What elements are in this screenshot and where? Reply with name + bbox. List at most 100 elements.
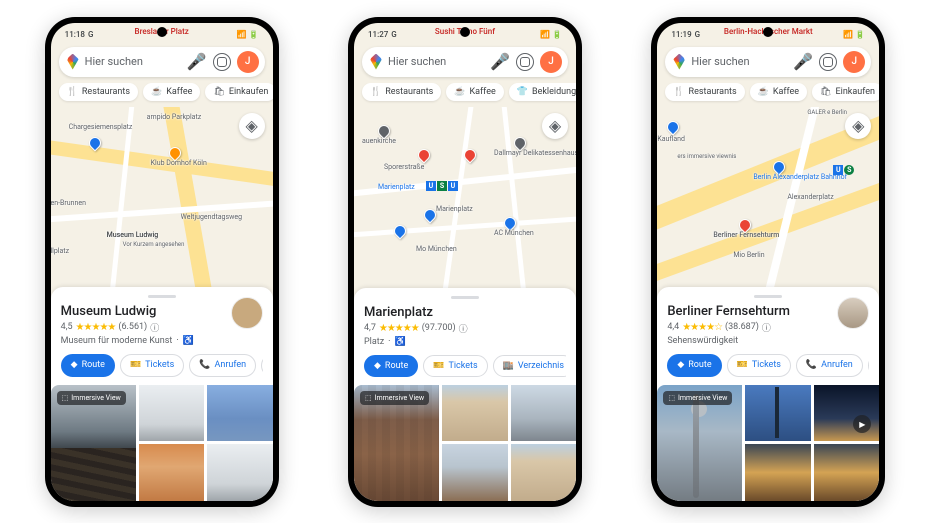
tickets-button[interactable]: 🎫Tickets (727, 354, 791, 377)
search-box[interactable]: Hier suchen 🎤 J (59, 47, 265, 77)
place-photo[interactable] (139, 385, 204, 442)
search-box[interactable]: Hier suchen 🎤 J (665, 47, 871, 77)
poi-label: Museum Ludwig (107, 231, 159, 239)
chip-coffee[interactable]: ☕Kaffee (446, 83, 503, 101)
chip-clothing[interactable]: 👕Bekleidung (509, 83, 576, 101)
account-avatar[interactable]: J (843, 51, 865, 73)
route-button[interactable]: ◆Route (364, 355, 418, 377)
place-photo[interactable] (814, 444, 879, 501)
wheelchair-icon: ♿ (395, 337, 406, 347)
layers-button[interactable]: ◈ (239, 113, 265, 139)
chip-coffee[interactable]: ☕Kaffee (750, 83, 807, 101)
chip-coffee[interactable]: ☕Kaffee (143, 83, 200, 101)
mic-icon[interactable]: 🎤 (490, 52, 510, 71)
phone-icon: 📞 (199, 360, 210, 370)
directory-button[interactable]: 🏬Verzeichnis (493, 355, 566, 377)
lens-icon[interactable] (819, 53, 837, 71)
maps-logo-icon (67, 54, 79, 70)
place-photo[interactable] (207, 385, 272, 442)
map-canvas[interactable]: ◈ Kaufland GALER e Berlin ers immersive … (657, 107, 879, 287)
drag-handle[interactable] (148, 295, 176, 298)
directions-icon: ◆ (71, 360, 78, 370)
review-count: (6.561) (118, 322, 147, 332)
chip-restaurants[interactable]: 🍴Restaurants (59, 83, 138, 101)
rating-row[interactable]: 4,4 ★★★★☆ (38.687) ⓘ (667, 321, 869, 334)
drag-handle[interactable] (754, 295, 782, 298)
button-label: Route (688, 360, 711, 370)
action-row: ◆Route 🎫Tickets 📞 Anrufen ≡Verz (667, 354, 869, 377)
info-icon[interactable]: ⓘ (762, 321, 771, 334)
poi-label: nen-Brunnen (51, 199, 86, 207)
layers-button[interactable]: ◈ (542, 113, 568, 139)
search-box[interactable]: Hier suchen 🎤 J (362, 47, 568, 77)
chip-restaurants[interactable]: 🍴Restaurants (362, 83, 441, 101)
place-photo[interactable] (442, 444, 507, 501)
chip-shopping[interactable]: 🛍Einkaufen (812, 83, 879, 101)
photo-strip: ⬚ Immersive View ▶ (657, 385, 879, 501)
info-icon[interactable]: ⓘ (150, 321, 159, 334)
chip-restaurants[interactable]: 🍴Restaurants (665, 83, 744, 101)
account-avatar[interactable]: J (540, 51, 562, 73)
more-button[interactable]: ≡Verz (868, 354, 870, 377)
rating-row[interactable]: 4,7 ★★★★★ (97.700) ⓘ (364, 322, 566, 335)
tag-label: Immersive View (375, 394, 425, 402)
phone-icon: 📞 (806, 360, 817, 370)
transit-icons: U S U (426, 181, 458, 191)
place-photo[interactable] (745, 385, 810, 442)
immersive-view-tag[interactable]: ⬚ Immersive View (663, 391, 732, 405)
more-button[interactable]: ≡Verz (261, 354, 263, 377)
stars-icon: ★★★★★ (379, 323, 419, 334)
immersive-view-tag[interactable]: ⬚ Immersive View (360, 391, 429, 405)
chip-shopping[interactable]: 🛍Einkaufen (205, 83, 272, 101)
info-icon[interactable]: ⓘ (459, 322, 468, 335)
mic-icon[interactable]: 🎤 (793, 52, 813, 71)
place-photo[interactable] (139, 444, 204, 501)
drag-handle[interactable] (451, 296, 479, 299)
sbahn-icon: S (437, 181, 447, 191)
call-button[interactable]: 📞 Anrufen (796, 354, 863, 377)
button-label: Route (385, 361, 408, 371)
button-label: Anrufen (821, 360, 853, 370)
account-avatar[interactable]: J (237, 51, 259, 73)
tickets-button[interactable]: 🎫Tickets (120, 354, 184, 377)
mic-icon[interactable]: 🎤 (187, 52, 207, 71)
tag-label: Immersive View (71, 394, 121, 402)
ticket-icon: 🎫 (130, 360, 141, 370)
route-button[interactable]: ◆Route (61, 354, 115, 377)
lens-icon[interactable] (516, 53, 534, 71)
immersive-view-tag[interactable]: ⬚ Immersive View (57, 391, 126, 405)
poi-label: AC München (494, 229, 534, 237)
place-thumbnail[interactable] (837, 297, 869, 329)
place-photo[interactable]: ▶ (814, 385, 879, 442)
rating-row[interactable]: 4,5 ★★★★★ (6.561) ⓘ (61, 321, 263, 334)
lens-icon[interactable] (213, 53, 231, 71)
search-placeholder: Hier suchen (388, 55, 484, 68)
place-photo[interactable] (745, 444, 810, 501)
place-photo[interactable]: ⬚ Immersive View (354, 385, 439, 501)
place-sheet[interactable]: Marienplatz 4,7 ★★★★★ (97.700) ⓘ Platz ·… (354, 288, 576, 501)
google-icon: G (88, 30, 93, 39)
poi-label: Berliner Fernsehturm (713, 231, 779, 239)
poi-label: Klub Domhof Köln (151, 159, 207, 167)
call-button[interactable]: 📞Anrufen (189, 354, 256, 377)
map-canvas[interactable]: ◈ Chargesiemensplatz Klub Domhof Köln am… (51, 107, 273, 287)
place-sheet[interactable]: Museum Ludwig 4,5 ★★★★★ (6.561) ⓘ Museum… (51, 287, 273, 501)
place-category: Sehenswürdigkeit (667, 336, 738, 346)
map-canvas[interactable]: ◈ auenkirche Sporerstraße Dallmayr Delik… (354, 107, 576, 288)
place-sheet[interactable]: Berliner Fernsehturm 4,4 ★★★★☆ (38.687) … (657, 287, 879, 501)
place-photo[interactable]: ⬚ Immersive View (657, 385, 742, 501)
place-photo[interactable] (511, 444, 576, 501)
place-photo[interactable] (511, 385, 576, 442)
bag-icon: 🛍 (213, 87, 224, 97)
transit-icons: U S (833, 165, 854, 175)
place-photo[interactable]: ⬚ Immersive View (51, 385, 136, 501)
place-thumbnail[interactable] (231, 297, 263, 329)
route-button[interactable]: ◆Route (667, 354, 721, 377)
poi-label: ampido Parkplatz (147, 113, 202, 121)
play-icon[interactable]: ▶ (853, 415, 871, 433)
place-photo[interactable] (442, 385, 507, 442)
poi-label: auenkirche (362, 137, 396, 145)
place-photo[interactable] (207, 444, 272, 501)
layers-button[interactable]: ◈ (845, 113, 871, 139)
tickets-button[interactable]: 🎫Tickets (423, 355, 487, 377)
